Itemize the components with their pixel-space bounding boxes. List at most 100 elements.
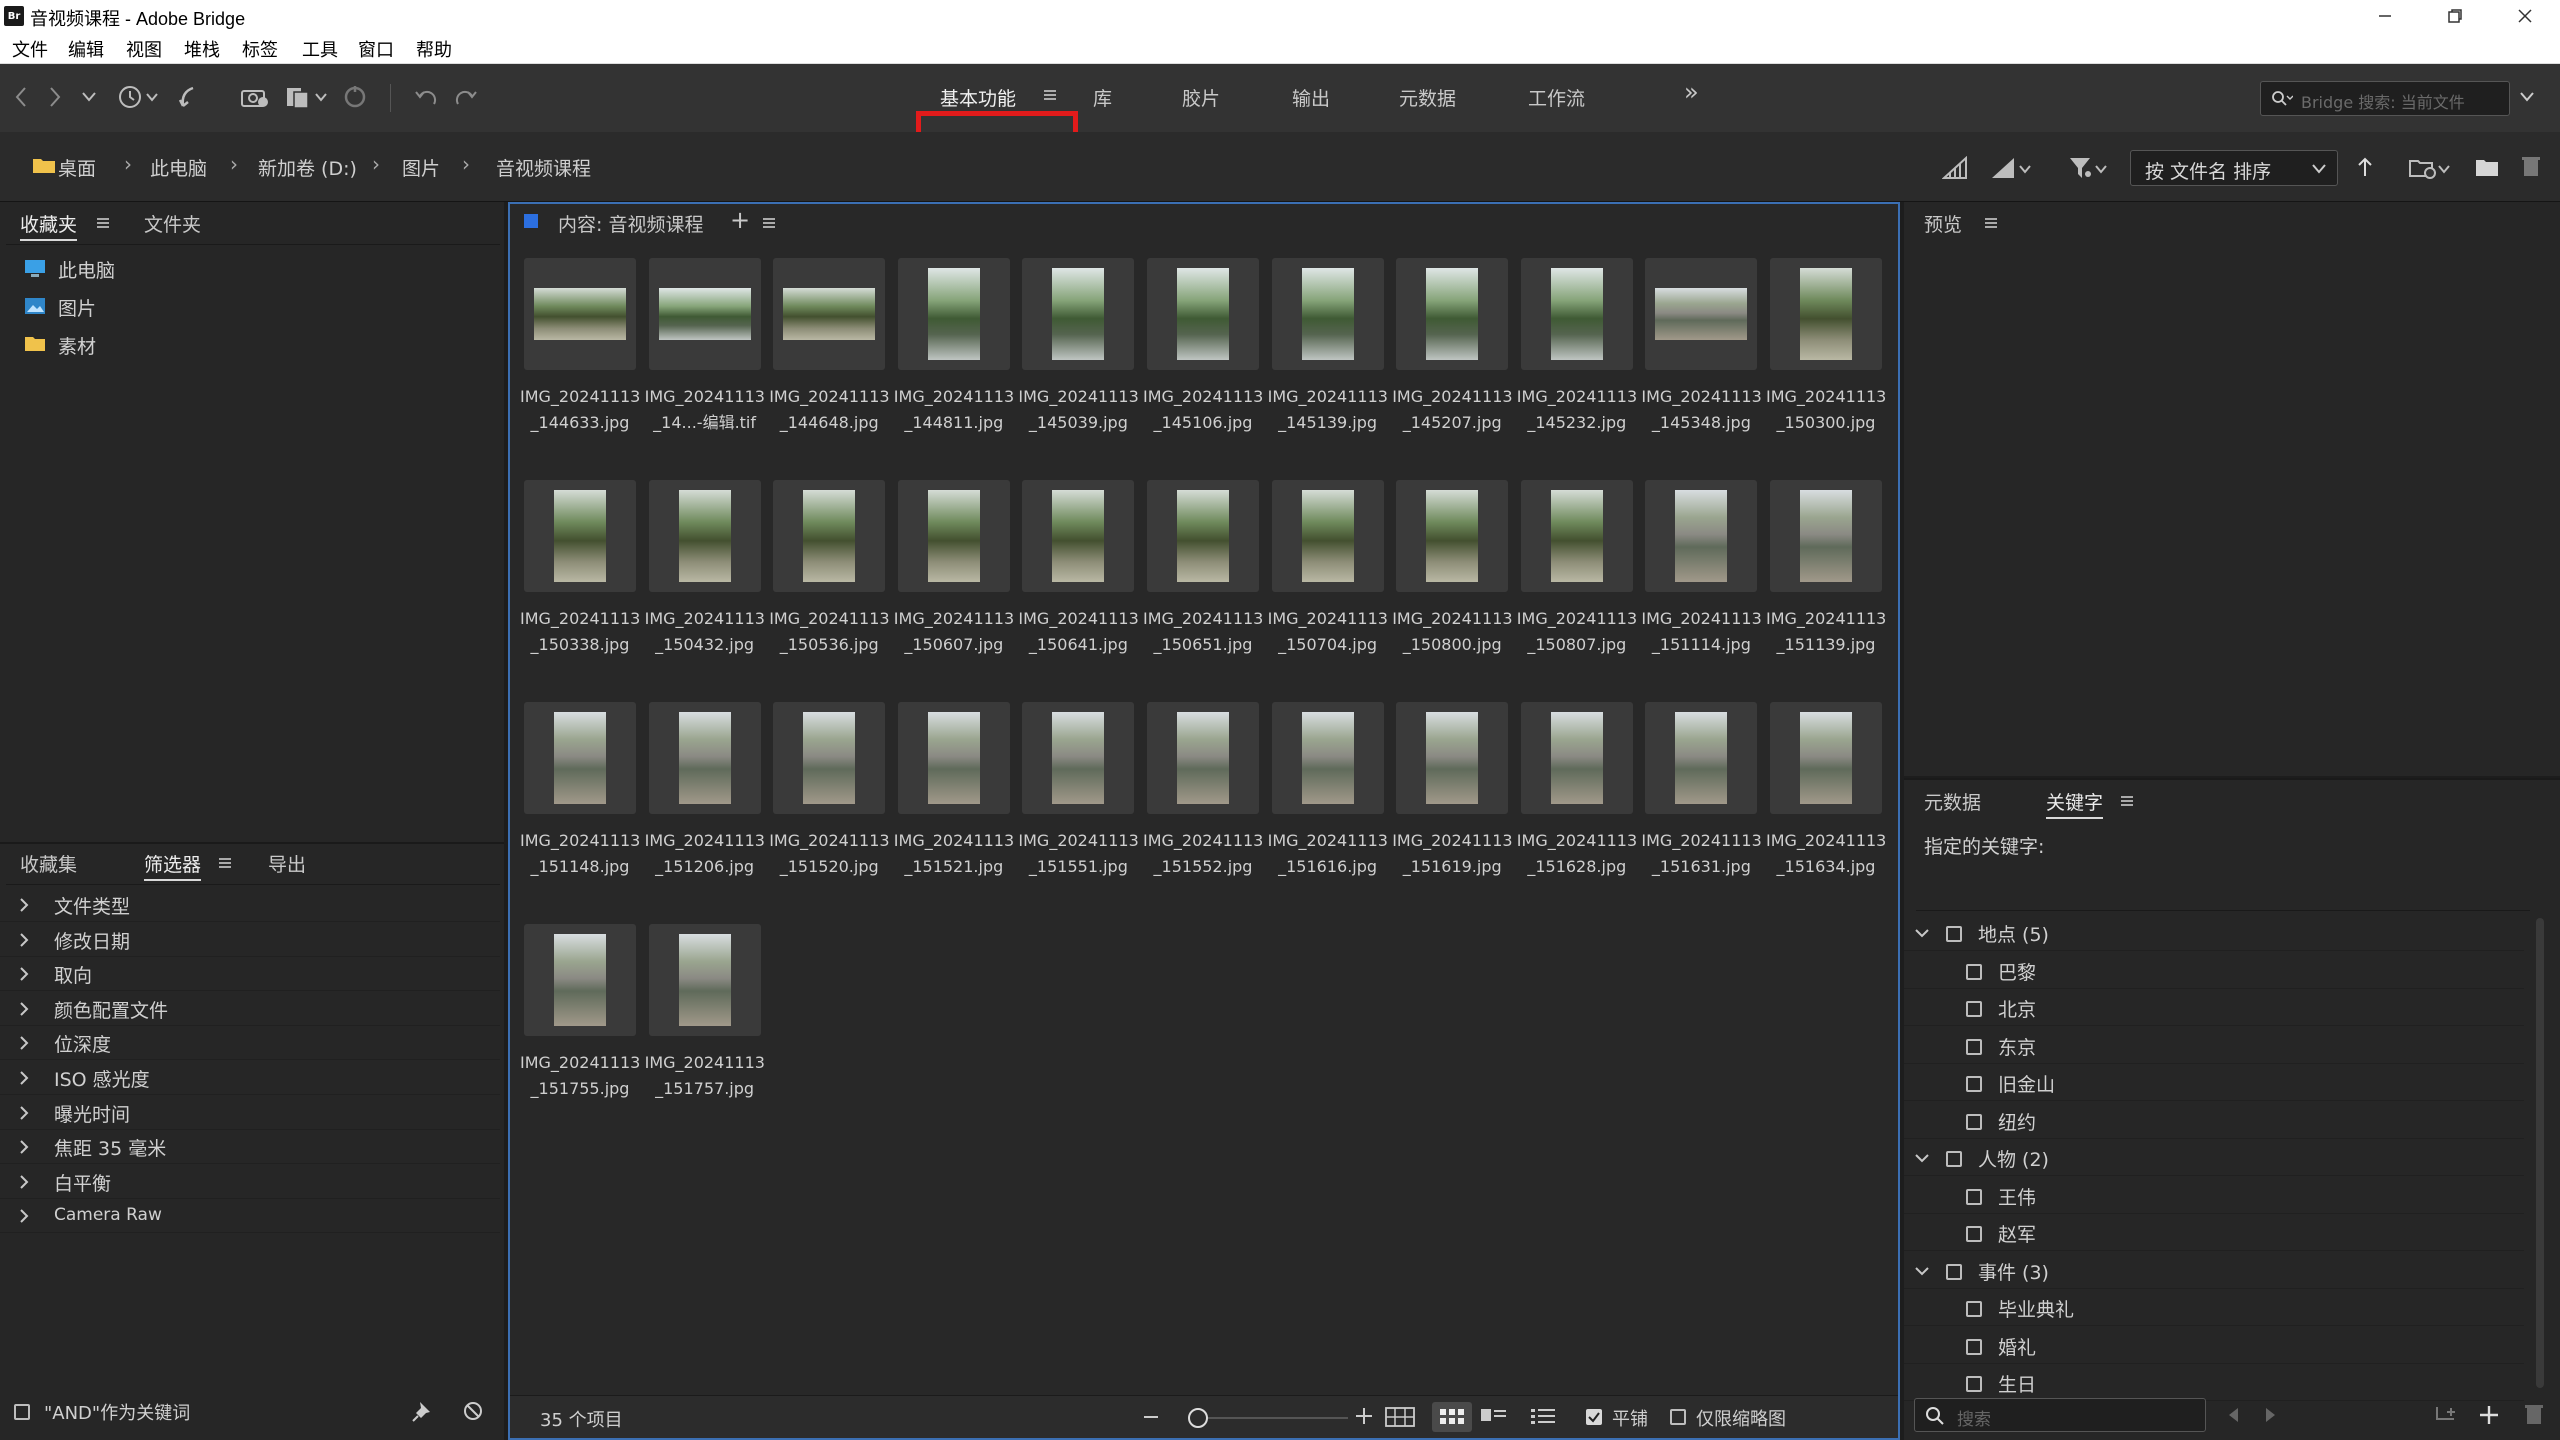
filter-item[interactable]: 曝光时间 xyxy=(0,1096,500,1130)
keyword-checkbox[interactable] xyxy=(1966,1038,1982,1055)
breadcrumb-drive-d[interactable]: 新加卷 (D:) xyxy=(258,154,357,181)
keyword-item[interactable]: 巴黎 xyxy=(1904,952,2524,989)
view-details-icon[interactable] xyxy=(1480,1406,1508,1426)
quality-icon[interactable] xyxy=(1942,156,1970,180)
pin-icon[interactable] xyxy=(412,1400,432,1422)
thumbnail-item[interactable]: IMG_20241113 _144811.jpg xyxy=(894,258,1018,458)
keyword-checkbox[interactable] xyxy=(1966,1188,1982,1205)
favorite-item-this-pc[interactable]: 此电脑 xyxy=(58,256,115,283)
search-options-dropdown-icon[interactable] xyxy=(2512,82,2542,112)
thumbnail-item[interactable]: IMG_20241113 _150300.jpg xyxy=(1766,258,1890,458)
next-icon[interactable] xyxy=(2264,1406,2278,1424)
thumbnail[interactable] xyxy=(897,702,1010,814)
thumbnail[interactable] xyxy=(1645,702,1758,814)
workspace-output-tab[interactable]: 输出 xyxy=(1292,84,1330,111)
thumbnail[interactable] xyxy=(1022,480,1135,592)
camera-import-icon[interactable] xyxy=(240,82,270,112)
thumbnail[interactable] xyxy=(524,480,636,592)
thumbnail-item[interactable]: IMG_20241113 _151520.jpg xyxy=(769,702,893,902)
keyword-checkbox[interactable] xyxy=(1966,1076,1982,1092)
thumbnail[interactable] xyxy=(1645,258,1758,370)
minimize-button[interactable] xyxy=(2350,0,2420,32)
keyword-checkbox[interactable] xyxy=(1966,963,1982,980)
thumbnail-item[interactable]: IMG_20241113 _151148.jpg xyxy=(520,702,644,902)
slider-thumb[interactable] xyxy=(1188,1408,1208,1428)
new-folder-icon[interactable] xyxy=(2474,156,2500,178)
thumbnail[interactable] xyxy=(1396,480,1509,592)
new-keyword-icon[interactable] xyxy=(2478,1404,2500,1426)
filter-item[interactable]: 焦距 35 毫米 xyxy=(0,1130,500,1165)
keyword-checkbox[interactable] xyxy=(1966,1001,1982,1017)
thumbnail[interactable] xyxy=(648,702,761,814)
keyword-checkbox[interactable] xyxy=(1966,1113,1982,1130)
thumbnail-item[interactable]: IMG_20241113 _14...-编辑.tif xyxy=(645,258,769,458)
thumbnail[interactable] xyxy=(1396,258,1509,370)
tab-filter[interactable]: 筛选器 xyxy=(144,850,202,881)
thumbnail-item[interactable]: IMG_20241113 _151755.jpg xyxy=(520,924,644,1124)
filter-item[interactable]: Camera Raw xyxy=(0,1199,500,1234)
thumbnail[interactable] xyxy=(1520,702,1633,814)
thumbnail[interactable] xyxy=(897,258,1010,370)
keyword-item[interactable]: 赵军 xyxy=(1904,1214,2524,1251)
keyword-group-checkbox[interactable] xyxy=(1946,1151,1962,1167)
keyword-group-checkbox[interactable] xyxy=(1946,1263,1962,1280)
tile-checkbox[interactable] xyxy=(1586,1409,1602,1425)
thumbnails-only-checkbox[interactable] xyxy=(1670,1409,1686,1425)
sort-ascending-icon[interactable] xyxy=(2356,156,2374,178)
menu-tools[interactable]: 工具 xyxy=(302,36,338,62)
keyword-group[interactable]: 事件 (3) xyxy=(1904,1252,2524,1289)
thumbnail-item[interactable]: IMG_20241113 _151634.jpg xyxy=(1766,702,1890,902)
keyword-item[interactable]: 旧金山 xyxy=(1904,1064,2524,1101)
thumbnail[interactable] xyxy=(1147,702,1259,814)
thumbnail[interactable] xyxy=(1022,702,1135,814)
thumbnail-item[interactable]: IMG_20241113 _151206.jpg xyxy=(645,702,769,902)
boomerang-icon[interactable] xyxy=(174,82,204,112)
thumbnail[interactable] xyxy=(524,924,636,1036)
thumbnail-item[interactable]: IMG_20241113 _151552.jpg xyxy=(1143,702,1267,902)
filter-item[interactable]: 白平衡 xyxy=(0,1165,500,1199)
filter-item[interactable]: 取向 xyxy=(0,957,500,992)
thumbnail[interactable] xyxy=(897,480,1010,592)
menu-window[interactable]: 窗口 xyxy=(358,36,394,62)
thumbnail[interactable] xyxy=(1147,258,1259,370)
back-icon[interactable] xyxy=(6,82,36,112)
thumbnail[interactable] xyxy=(524,258,636,370)
thumbnail[interactable] xyxy=(1271,258,1384,370)
filter-item[interactable]: 文件类型 xyxy=(0,888,500,922)
chevron-down-icon[interactable] xyxy=(1914,1265,1930,1277)
thumbnail[interactable] xyxy=(648,258,761,370)
workspace-filmstrip-tab[interactable]: 胶片 xyxy=(1182,84,1220,111)
thumbnail-item[interactable]: IMG_20241113 _151616.jpg xyxy=(1268,702,1392,902)
keyword-checkbox[interactable] xyxy=(1966,1301,1982,1317)
keyword-search-input[interactable]: 搜索 xyxy=(1914,1398,2206,1432)
keyword-group[interactable]: 人物 (2) xyxy=(1904,1139,2524,1176)
and-keyword-checkbox[interactable] xyxy=(14,1404,30,1420)
thumbnail-item[interactable]: IMG_20241113 _151521.jpg xyxy=(894,702,1018,902)
new-sub-keyword-icon[interactable] xyxy=(2434,1404,2458,1426)
more-workspaces-button[interactable]: » xyxy=(1684,78,1699,106)
tab-keywords[interactable]: 关键字 xyxy=(2046,788,2104,819)
keyword-item[interactable]: 东京 xyxy=(1904,1027,2524,1064)
close-window-button[interactable] xyxy=(2490,0,2560,32)
keyword-checkbox[interactable] xyxy=(1966,1338,1982,1355)
chevron-down-icon[interactable] xyxy=(1914,927,1930,939)
keyword-item[interactable]: 生日 xyxy=(1904,1364,2524,1401)
thumbnail[interactable] xyxy=(773,702,886,814)
thumbnail-item[interactable]: IMG_20241113 _145139.jpg xyxy=(1268,258,1392,458)
workspace-library-tab[interactable]: 库 xyxy=(1093,84,1112,111)
history-icon[interactable] xyxy=(114,82,164,112)
thumbnail-item[interactable]: IMG_20241113 _150651.jpg xyxy=(1143,480,1267,680)
thumbnail[interactable] xyxy=(773,480,886,592)
thumbnail[interactable] xyxy=(1147,480,1259,592)
thumbnail[interactable] xyxy=(1645,480,1758,592)
filter-item[interactable]: ISO 感光度 xyxy=(0,1061,500,1095)
tab-export[interactable]: 导出 xyxy=(268,850,306,877)
menu-view[interactable]: 视图 xyxy=(126,36,162,62)
filter-item[interactable]: 修改日期 xyxy=(0,923,500,957)
thumbnail-item[interactable]: IMG_20241113 _151551.jpg xyxy=(1018,702,1142,902)
sort-select[interactable]: 按 文件名 排序 xyxy=(2130,150,2338,186)
thumbnail[interactable] xyxy=(773,258,886,370)
favorite-item-pictures[interactable]: 图片 xyxy=(58,294,96,321)
thumbnail-item[interactable]: IMG_20241113 _144648.jpg xyxy=(769,258,893,458)
delete-keyword-icon[interactable] xyxy=(2524,1402,2544,1426)
